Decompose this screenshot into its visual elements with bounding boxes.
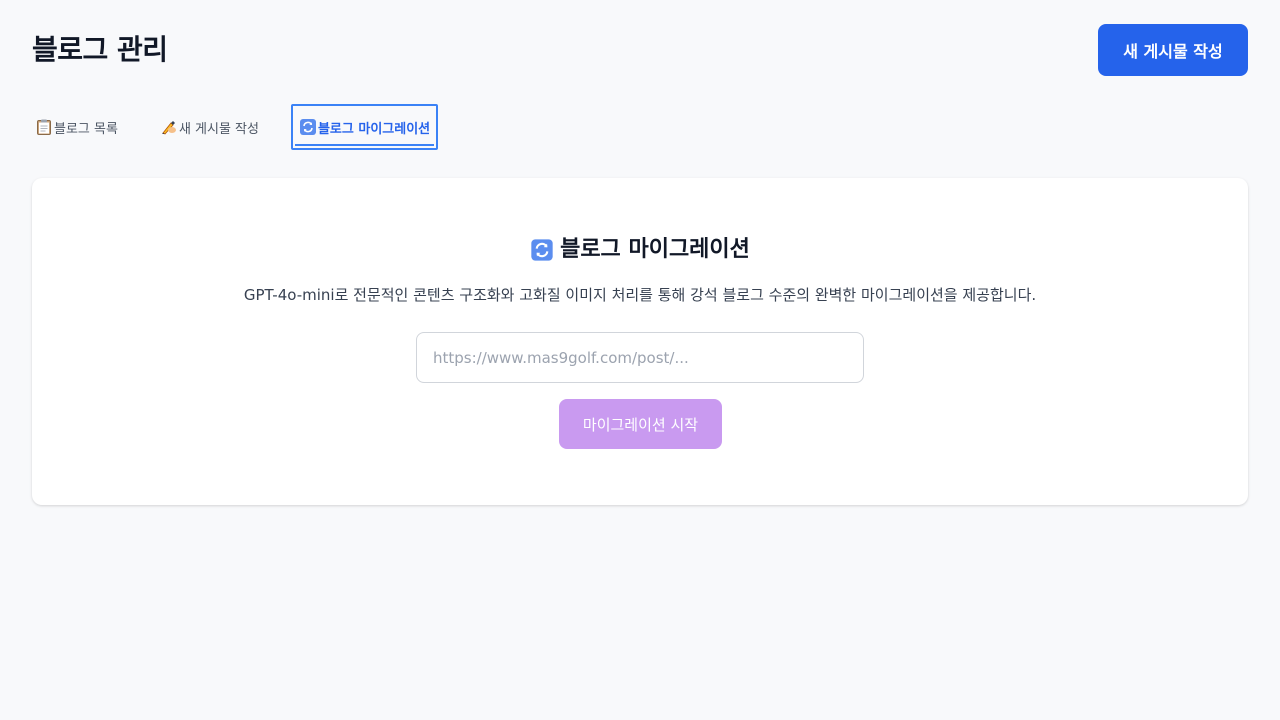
migration-title: 블로그 마이그레이션 bbox=[32, 232, 1248, 268]
tab-new-post[interactable]: 새 게시물 작성 bbox=[157, 104, 262, 150]
writing-hand-icon bbox=[161, 121, 176, 135]
tab-migration[interactable]: 블로그 마이그레이션 bbox=[290, 104, 439, 150]
tab-label: 블로그 마이그레이션 bbox=[317, 121, 431, 137]
migration-card: 블로그 마이그레이션 GPT-4o-mini로 전문적인 콘텐츠 구조화와 고화… bbox=[32, 178, 1248, 505]
tab-blog-list[interactable]: 블로그 목록 bbox=[32, 104, 121, 150]
refresh-icon bbox=[531, 239, 553, 261]
migration-description: GPT-4o-mini로 전문적인 콘텐츠 구조화와 고화질 이미지 처리를 통… bbox=[243, 286, 1037, 304]
page-title: 블로그 관리 bbox=[32, 33, 168, 66]
tab-label: 블로그 목록 bbox=[54, 121, 118, 137]
url-input[interactable] bbox=[416, 332, 864, 383]
clipboard-icon bbox=[37, 119, 51, 135]
new-post-button[interactable]: 새 게시물 작성 bbox=[1098, 24, 1248, 76]
migration-title-text: 블로그 마이그레이션 bbox=[560, 237, 750, 262]
refresh-icon bbox=[299, 119, 316, 135]
start-migration-button[interactable]: 마이그레이션 시작 bbox=[559, 399, 722, 449]
tab-label: 새 게시물 작성 bbox=[178, 121, 259, 137]
tab-bar: 블로그 목록 새 게시물 작성 블로그 마이그레이션 bbox=[32, 104, 439, 150]
